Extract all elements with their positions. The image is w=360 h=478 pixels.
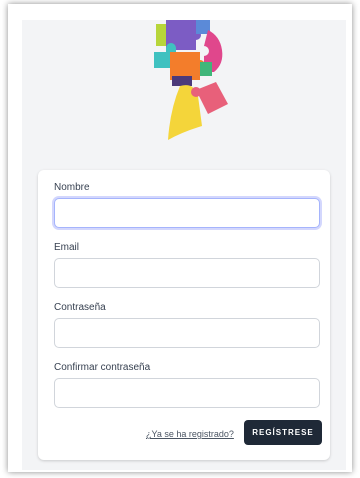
already-registered-link[interactable]: ¿Ya se ha registrado? [146,429,234,439]
password-label: Contraseña [54,302,106,313]
name-label: Nombre [54,182,90,193]
name-input[interactable] [54,198,320,228]
password-input[interactable] [54,318,320,348]
register-page: Nombre Email Contraseña Confirmar contra… [22,20,346,470]
email-label: Email [54,242,80,253]
puzzle-head-icon [154,20,228,140]
register-button[interactable]: REGÍSTRESE [244,420,322,445]
confirm-password-label: Confirmar contraseña [54,362,151,373]
register-card: Nombre Email Contraseña Confirmar contra… [38,170,330,460]
email-input[interactable] [54,258,320,288]
confirm-password-input[interactable] [54,378,320,408]
